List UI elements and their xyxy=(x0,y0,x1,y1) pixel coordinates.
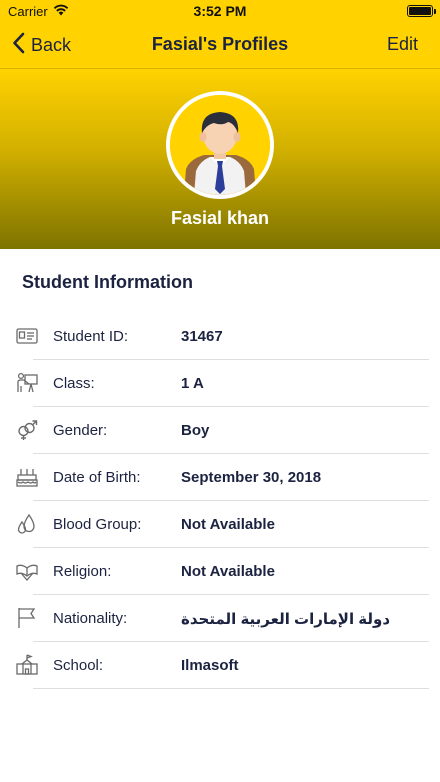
info-row-student-id: Student ID: 31467 xyxy=(0,313,440,360)
back-label: Back xyxy=(31,35,72,55)
school-building-icon xyxy=(16,654,38,676)
field-label: Student ID: xyxy=(53,328,129,345)
field-label: Class: xyxy=(53,375,95,392)
field-value: 31467 xyxy=(181,328,223,345)
info-row-religion: Religion: Not Available xyxy=(0,548,440,595)
field-value: Boy xyxy=(181,422,210,439)
status-bar: Carrier 3:52 PM xyxy=(0,0,440,22)
gender-icon xyxy=(16,419,38,441)
info-row-gender: Gender: Boy xyxy=(0,407,440,454)
profile-header: Fasial khan xyxy=(0,68,440,249)
navigation-bar: Back Fasial's Profiles Edit xyxy=(0,22,440,68)
chevron-left-icon xyxy=(12,32,25,59)
birthday-cake-icon xyxy=(16,466,38,488)
blood-drops-icon xyxy=(16,513,38,535)
field-label: Nationality: xyxy=(53,610,128,627)
field-label: Gender: xyxy=(53,422,108,439)
section-title: Student Information xyxy=(22,272,193,292)
edit-button[interactable]: Edit xyxy=(387,34,418,55)
field-value: 1 A xyxy=(181,375,204,392)
info-row-class: Class: 1 A xyxy=(0,360,440,407)
field-value: Not Available xyxy=(181,563,275,580)
avatar[interactable] xyxy=(166,91,274,199)
flag-icon xyxy=(16,607,38,629)
student-info-list: Student ID: 31467 Class: 1 A Gender: Boy… xyxy=(0,313,440,689)
field-label: Date of Birth: xyxy=(53,469,141,486)
divider xyxy=(33,688,429,689)
field-value: Not Available xyxy=(181,516,275,533)
info-row-nationality: Nationality: دولة الإمارات العربية المتح… xyxy=(0,595,440,642)
religion-book-icon xyxy=(16,560,38,582)
field-label: School: xyxy=(53,657,104,674)
battery-icon xyxy=(407,5,436,17)
field-value: September 30, 2018 xyxy=(181,469,322,486)
profile-name: Fasial khan xyxy=(170,208,270,228)
back-button[interactable]: Back xyxy=(12,32,71,59)
field-label: Blood Group: xyxy=(53,516,142,533)
field-label: Religion: xyxy=(53,563,112,580)
student-avatar-icon xyxy=(170,95,270,195)
classroom-teacher-icon xyxy=(16,372,38,394)
field-value: Ilmasoft xyxy=(181,657,239,674)
info-row-school: School: Ilmasoft xyxy=(0,642,440,689)
info-row-blood-group: Blood Group: Not Available xyxy=(0,501,440,548)
status-time: 3:52 PM xyxy=(193,3,247,19)
info-row-date-of-birth: Date of Birth: September 30, 2018 xyxy=(0,454,440,501)
id-card-icon xyxy=(16,325,38,347)
field-value: دولة الإمارات العربية المتحدة xyxy=(181,611,391,628)
